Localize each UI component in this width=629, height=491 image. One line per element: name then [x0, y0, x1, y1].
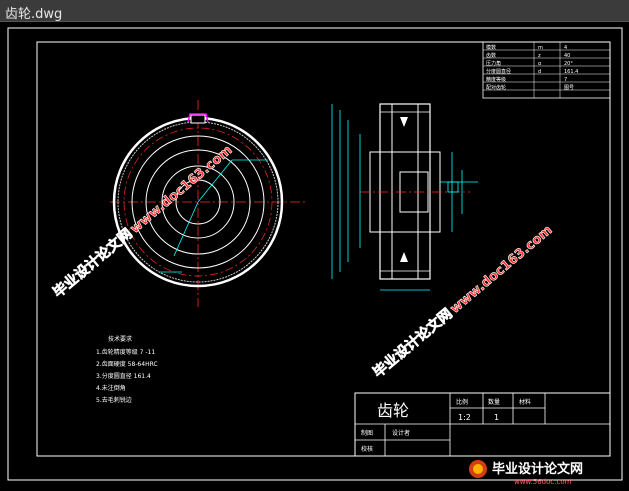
- tech-notes: 技术要求 1.齿轮精度等级 7 -11 2.齿面硬度 58-64HRC 3.分度…: [96, 335, 158, 404]
- title-check-label: 校核: [361, 445, 373, 453]
- tech-note-line: 4.未注倒角: [96, 384, 126, 392]
- footer-logo: 毕业设计论文网 www.56doc.com: [469, 460, 583, 486]
- param-value: 40: [564, 53, 570, 59]
- drawing-canvas[interactable]: 模数 m 4 齿数 z 40 压力角 α 20° 分度圆直径 d 161.4 精…: [0, 22, 629, 487]
- param-value: 图号: [564, 85, 574, 91]
- watermark-cn: 毕业设计论文网: [370, 305, 456, 381]
- title-draw-label: 制图: [361, 429, 373, 437]
- gear-section-view: [331, 103, 478, 291]
- title-qty-label: 数量: [488, 398, 500, 406]
- param-name: 分度圆直径: [486, 68, 511, 75]
- drawing-svg[interactable]: 模数 m 4 齿数 z 40 压力角 α 20° 分度圆直径 d 161.4 精…: [0, 22, 629, 487]
- footer-url: www.56doc.com: [514, 478, 572, 486]
- watermark-left: 毕业设计论文网 www.doc163.com: [49, 142, 236, 301]
- watermark-cn: 毕业设计论文网: [50, 225, 136, 301]
- title-scale-label: 比例: [456, 398, 468, 406]
- tech-note-line: 5.去毛刺锐边: [96, 396, 132, 404]
- param-value: 4: [564, 45, 567, 51]
- param-name: 压力角: [486, 60, 501, 67]
- gear-param-table: 模数 m 4 齿数 z 40 压力角 α 20° 分度圆直径 d 161.4 精…: [482, 41, 611, 99]
- param-name: 精度等级: [486, 76, 506, 83]
- title-scale-value: 1:2: [458, 413, 471, 422]
- watermark-url: www.doc163.com: [448, 223, 556, 317]
- tech-note-line: 1.齿轮精度等级 7 -11: [96, 348, 155, 356]
- param-name: 齿数: [486, 52, 496, 59]
- tech-note-line: 2.齿面硬度 58-64HRC: [96, 360, 158, 368]
- watermark-right: 毕业设计论文网 www.doc163.com: [369, 222, 556, 381]
- title-qty-value: 1: [494, 413, 499, 422]
- param-name: 模数: [486, 44, 496, 51]
- title-part-name: 齿轮: [377, 401, 409, 420]
- window-title: 齿轮.dwg: [5, 7, 63, 22]
- param-value: 161.4: [564, 69, 578, 75]
- tech-note-title: 技术要求: [108, 335, 132, 343]
- param-symbol: m: [538, 45, 543, 51]
- footer-cn: 毕业设计论文网: [492, 461, 583, 477]
- param-value: 20°: [564, 61, 573, 67]
- param-name: 配对齿轮: [486, 84, 506, 91]
- tech-note-line: 3.分度圆直径 161.4: [96, 372, 151, 380]
- gear-front-view: [110, 100, 306, 307]
- title-block: 齿轮 比例 数量 材料 1:2 1 制图 设计者 校核: [354, 392, 611, 457]
- window-titlebar: 齿轮.dwg: [0, 0, 629, 22]
- param-symbol: d: [538, 69, 541, 75]
- watermark-url: www.doc163.com: [128, 143, 236, 237]
- title-design-label: 设计者: [392, 429, 410, 437]
- param-symbol: z: [538, 53, 541, 59]
- param-value: 7: [564, 77, 567, 83]
- title-material-label: 材料: [519, 398, 531, 406]
